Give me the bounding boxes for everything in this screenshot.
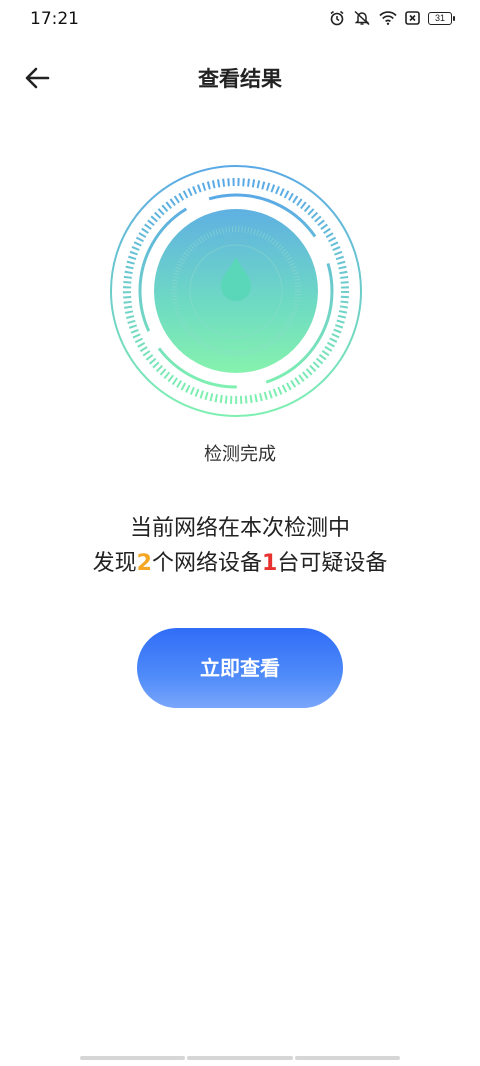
wifi-icon <box>379 11 397 25</box>
no-sim-icon <box>405 11 420 25</box>
device-count: 2 <box>136 551 152 576</box>
nav-handle-segment <box>294 1056 400 1060</box>
status-icons: 31 <box>329 10 455 26</box>
header: 查看结果 <box>0 52 480 102</box>
summary-prefix: 发现 <box>92 551 137 576</box>
mute-icon <box>353 10 371 26</box>
summary-middle: 个网络设备 <box>151 551 262 576</box>
battery-icon: 31 <box>428 11 455 25</box>
summary-line-2: 发现2个网络设备1台可疑设备 <box>0 545 480 577</box>
summary-suffix: 台可疑设备 <box>277 551 388 576</box>
suspicious-count: 1 <box>262 551 278 576</box>
status-time: 17:21 <box>30 9 79 29</box>
status-bar: 17:21 31 <box>0 0 480 40</box>
alarm-icon <box>329 10 345 26</box>
summary-line-1: 当前网络在本次检测中 <box>129 516 350 541</box>
scan-radar <box>106 161 366 421</box>
nav-handle-segment <box>187 1056 293 1060</box>
scan-status: 检测完成 <box>204 444 276 465</box>
page-title: 查看结果 <box>198 67 282 91</box>
navigation-bar <box>80 1056 400 1060</box>
nav-handle-segment <box>80 1056 186 1060</box>
view-now-button[interactable]: 立即查看 <box>137 628 343 708</box>
